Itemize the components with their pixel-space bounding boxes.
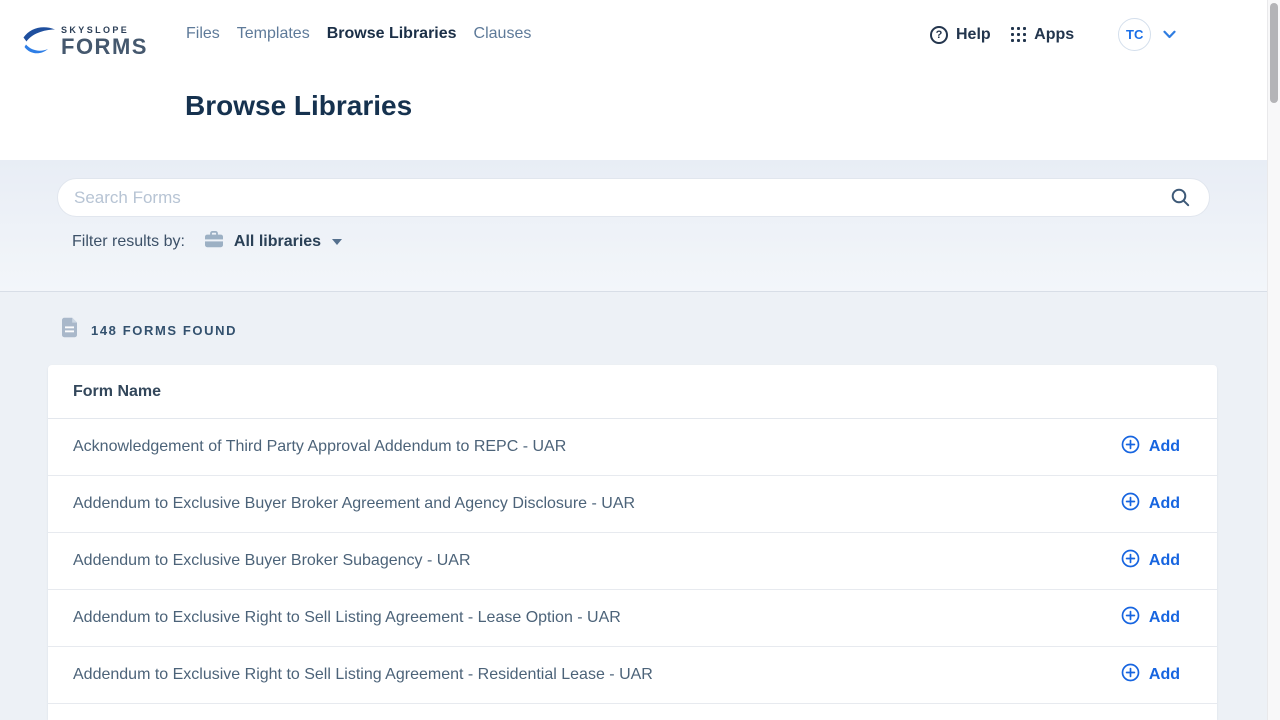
apps-label: Apps [1034, 26, 1074, 44]
table-row: Addendum to Exclusive Right to Sell List… [48, 590, 1217, 647]
search-bar [57, 178, 1210, 217]
results-count-label: 148 FORMS FOUND [91, 323, 237, 338]
user-menu-button[interactable] [1163, 26, 1176, 44]
form-name-cell: Addendum to Exclusive Buyer Broker Agree… [73, 495, 635, 513]
apps-grid-icon [1011, 27, 1027, 43]
document-icon [61, 317, 78, 343]
plus-circle-icon [1121, 435, 1140, 459]
avatar-initials: TC [1126, 27, 1143, 42]
nav-item-browse-libraries[interactable]: Browse Libraries [327, 24, 457, 44]
add-button[interactable]: Add [1121, 435, 1180, 459]
table-header-row: Form Name [48, 365, 1217, 419]
header-actions: ? Help Apps TC [930, 18, 1176, 51]
caret-down-icon [332, 239, 342, 245]
search-icon[interactable] [1170, 187, 1193, 208]
add-button[interactable]: Add [1121, 492, 1180, 516]
help-label: Help [956, 26, 991, 44]
nav-item-templates[interactable]: Templates [237, 24, 310, 44]
library-filter-dropdown[interactable]: All libraries [204, 231, 342, 253]
table-row: Acknowledgement of Third Party Approval … [48, 419, 1217, 476]
form-name-cell: Addendum to Exclusive Right to Sell List… [73, 666, 653, 684]
plus-circle-icon [1121, 549, 1140, 573]
skyslope-swoosh-icon [22, 24, 56, 59]
form-name-cell: Addendum to Exclusive Buyer Broker Subag… [73, 552, 471, 570]
plus-circle-icon [1121, 663, 1140, 687]
table-row: Addendum to Exclusive Buyer Broker Agree… [48, 476, 1217, 533]
apps-button[interactable]: Apps [1011, 26, 1075, 44]
add-label: Add [1149, 438, 1180, 456]
chevron-down-icon [1163, 26, 1176, 44]
filter-label: Filter results by: [72, 233, 185, 251]
brand-logo[interactable]: SKYSLOPE FORMS [22, 24, 148, 59]
search-section: Filter results by: All libraries [0, 160, 1267, 292]
form-name-cell: Acknowledgement of Third Party Approval … [73, 438, 566, 456]
add-button[interactable]: Add [1121, 663, 1180, 687]
nav-item-clauses[interactable]: Clauses [474, 24, 532, 44]
table-row: Addendum to Exclusive Right to Sell List… [48, 647, 1217, 704]
briefcase-icon [204, 231, 224, 253]
scrollbar-track[interactable] [1267, 0, 1280, 720]
filter-value: All libraries [234, 233, 321, 251]
main-nav: Files Templates Browse Libraries Clauses [186, 24, 531, 44]
brand-name-bottom: FORMS [61, 36, 148, 58]
add-button[interactable]: Add [1121, 549, 1180, 573]
form-name-column-header: Form Name [73, 383, 161, 401]
form-name-cell: Addendum to Exclusive Right to Sell List… [73, 609, 621, 627]
plus-circle-icon [1121, 606, 1140, 630]
search-input[interactable] [74, 188, 1170, 208]
add-label: Add [1149, 495, 1180, 513]
results-count: 148 FORMS FOUND [61, 317, 237, 343]
nav-item-files[interactable]: Files [186, 24, 220, 44]
table-row-partial [48, 704, 1217, 719]
plus-circle-icon [1121, 492, 1140, 516]
help-icon: ? [930, 26, 948, 44]
add-button[interactable]: Add [1121, 606, 1180, 630]
help-button[interactable]: ? Help [930, 26, 991, 44]
scrollbar-thumb[interactable] [1270, 3, 1278, 103]
page-title: Browse Libraries [185, 90, 412, 122]
app: SKYSLOPE FORMS Files Templates Browse Li… [0, 0, 1280, 720]
brand-text: SKYSLOPE FORMS [61, 24, 148, 58]
top-header: SKYSLOPE FORMS Files Templates Browse Li… [0, 0, 1267, 160]
forms-table: Form Name Acknowledgement of Third Party… [48, 365, 1217, 720]
filter-row: Filter results by: All libraries [72, 231, 342, 253]
table-row: Addendum to Exclusive Buyer Broker Subag… [48, 533, 1217, 590]
add-label: Add [1149, 552, 1180, 570]
user-avatar[interactable]: TC [1118, 18, 1151, 51]
add-label: Add [1149, 609, 1180, 627]
add-label: Add [1149, 666, 1180, 684]
